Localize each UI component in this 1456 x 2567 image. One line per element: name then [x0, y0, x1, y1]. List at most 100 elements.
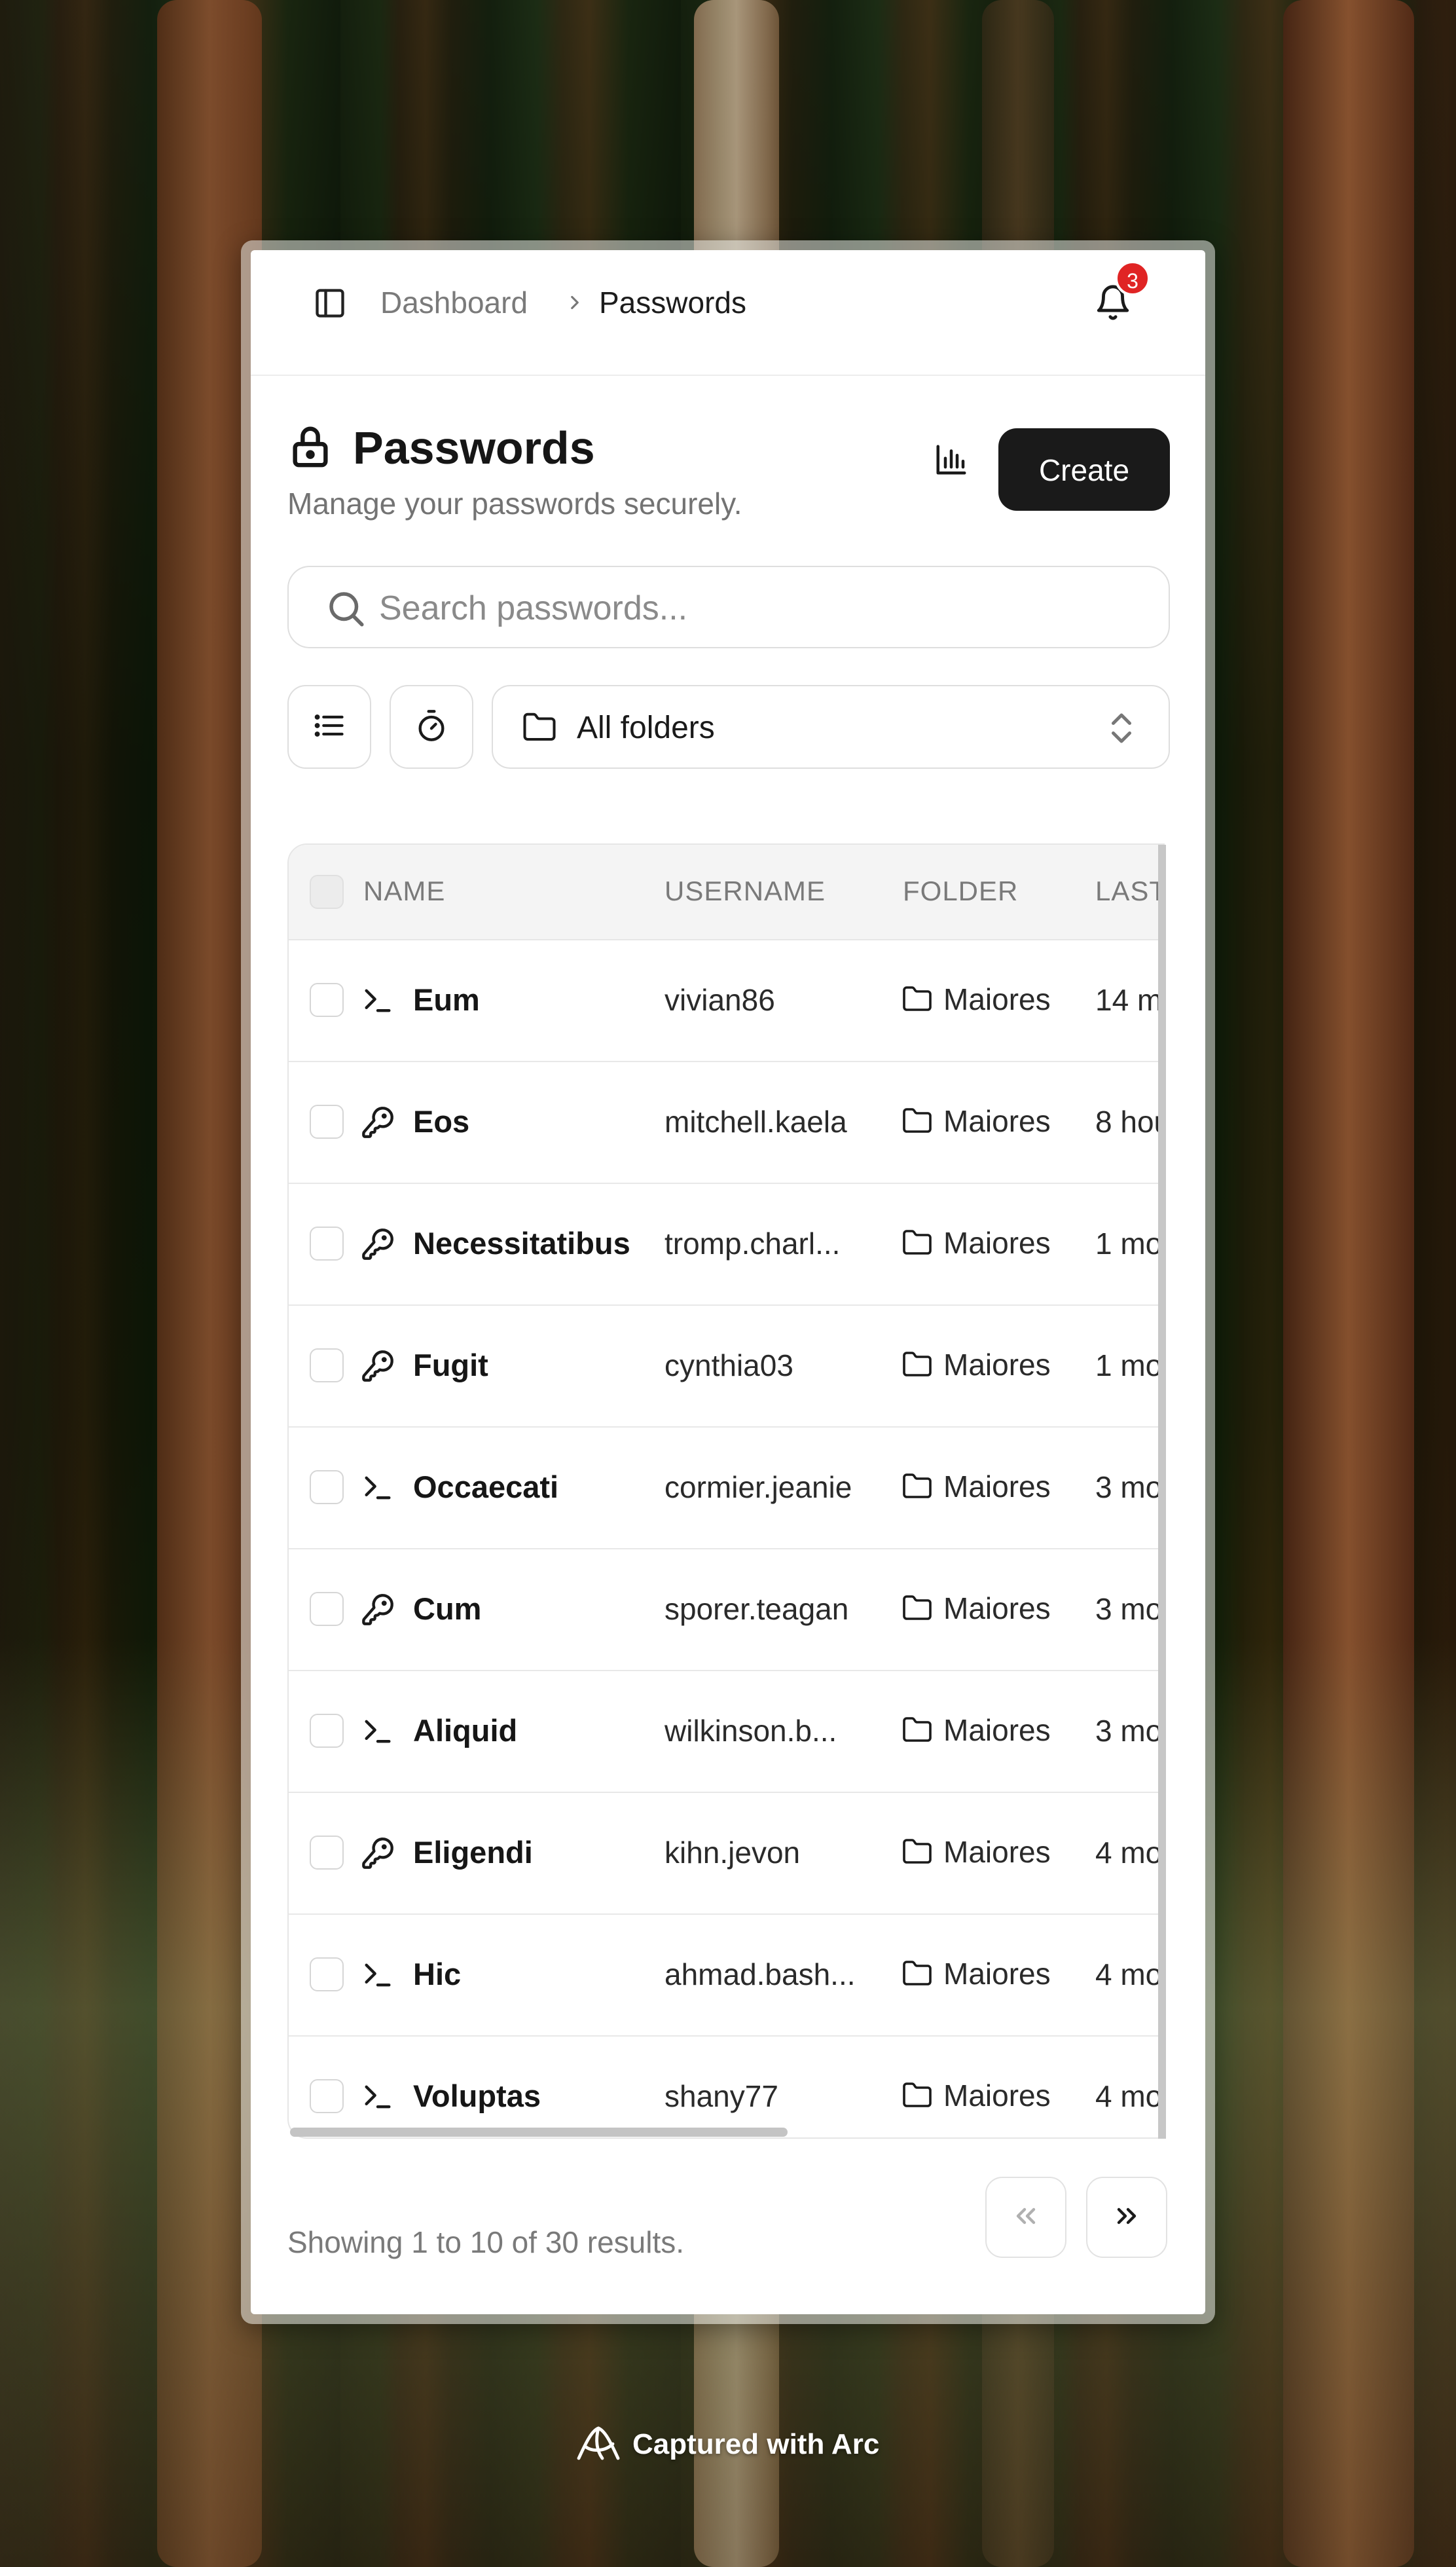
row-name[interactable]: Fugit	[413, 1304, 488, 1426]
row-username: wilkinson.b...	[664, 1714, 837, 1748]
row-name[interactable]: Eos	[413, 1061, 469, 1183]
row-username: sporer.teagan	[664, 1592, 849, 1626]
key-icon	[361, 1836, 395, 1870]
app-window: Dashboard Passwords 3 Passwords Manage y…	[251, 250, 1205, 2314]
top-bar: Dashboard Passwords 3	[251, 250, 1205, 376]
row-username: ahmad.bash...	[664, 1957, 856, 1991]
table-row[interactable]: Necessitatibus tromp.charl... Maiores 1 mo	[289, 1183, 1163, 1306]
row-name[interactable]: Hic	[413, 1913, 461, 2035]
row-checkbox[interactable]	[310, 1105, 344, 1139]
row-checkbox[interactable]	[310, 1957, 344, 1991]
row-folder: Maiores	[943, 1591, 1051, 1625]
row-checkbox[interactable]	[310, 1470, 344, 1504]
row-folder: Maiores	[943, 1104, 1051, 1138]
timer-filter-button[interactable]	[390, 685, 473, 769]
row-checkbox[interactable]	[310, 983, 344, 1017]
folder-icon	[900, 1594, 934, 1623]
row-username: vivian86	[664, 983, 775, 1017]
page-subtitle: Manage your passwords securely.	[287, 487, 742, 521]
sidebar-toggle-icon[interactable]	[311, 284, 349, 322]
row-username: tromp.charl...	[664, 1227, 841, 1261]
table-row[interactable]: Fugit cynthia03 Maiores 1 mo	[289, 1304, 1163, 1428]
column-header-folder[interactable]: FOLDER	[903, 845, 1018, 938]
row-name[interactable]: Cum	[413, 1548, 481, 1670]
table-row[interactable]: Occaecati cormier.jeanie Maiores 3 mo	[289, 1426, 1163, 1549]
next-page-button[interactable]	[1086, 2177, 1167, 2258]
row-username: cynthia03	[664, 1348, 793, 1382]
row-checkbox[interactable]	[310, 1348, 344, 1382]
column-header-name[interactable]: NAME	[363, 845, 445, 938]
folder-icon	[900, 1472, 934, 1501]
bar-chart-icon[interactable]	[920, 428, 983, 491]
row-checkbox[interactable]	[310, 1836, 344, 1870]
passwords-table: NAME USERNAME FOLDER LAST Eum vivian86 Mai…	[287, 843, 1165, 2139]
folder-icon	[900, 2081, 934, 2110]
row-folder: Maiores	[943, 1957, 1051, 1991]
pagination-summary: Showing 1 to 10 of 30 results.	[287, 2225, 685, 2259]
chevrons-right-icon	[1111, 2200, 1142, 2234]
folder-icon	[900, 985, 934, 1014]
previous-page-button[interactable]	[985, 2177, 1066, 2258]
row-username: mitchell.kaela	[664, 1105, 847, 1139]
row-name[interactable]: Necessitatibus	[413, 1183, 630, 1304]
breadcrumb-dashboard-link[interactable]: Dashboard	[380, 276, 528, 329]
table-row[interactable]: Eos mitchell.kaela Maiores 8 hou	[289, 1061, 1165, 1184]
horizontal-scrollbar[interactable]	[290, 2128, 788, 2137]
timer-icon	[414, 709, 448, 745]
row-last-used: 4 mo	[1095, 1957, 1163, 1991]
folder-icon	[900, 1228, 934, 1257]
row-username: cormier.jeanie	[664, 1470, 852, 1504]
table-row[interactable]: Eligendi kihn.jevon Maiores 4 mo	[289, 1792, 1163, 1915]
create-button[interactable]: Create	[998, 428, 1170, 511]
column-header-last[interactable]: LAST	[1095, 845, 1163, 938]
row-username: shany77	[664, 2079, 778, 2113]
row-name[interactable]: Occaecati	[413, 1426, 558, 1548]
list-icon	[312, 709, 346, 745]
folder-select-value: All folders	[577, 711, 715, 745]
terminal-icon	[361, 984, 395, 1018]
terminal-icon	[361, 2080, 395, 2114]
folder-icon	[900, 1350, 934, 1379]
row-folder: Maiores	[943, 2078, 1051, 2113]
select-all-checkbox[interactable]	[310, 875, 344, 909]
chevrons-left-icon	[1010, 2200, 1042, 2234]
table-row[interactable]: Voluptas shany77 Maiores 4 mo	[289, 2035, 1163, 2137]
row-folder: Maiores	[943, 1226, 1051, 1260]
row-last-used: 4 mo	[1095, 1836, 1163, 1870]
terminal-icon	[361, 1471, 395, 1505]
folder-select[interactable]: All folders	[492, 685, 1170, 769]
row-last-used: 4 mo	[1095, 2079, 1163, 2113]
row-checkbox[interactable]	[310, 1714, 344, 1748]
arc-capture-label: Captured with Arc	[573, 2422, 879, 2467]
row-checkbox[interactable]	[310, 1592, 344, 1626]
row-name[interactable]: Aliquid	[413, 1670, 517, 1792]
row-folder: Maiores	[943, 1469, 1051, 1504]
table-row[interactable]: Eum vivian86 Maiores 14 m	[289, 939, 1163, 1062]
vertical-scrollbar[interactable]	[1158, 845, 1166, 2139]
key-icon	[361, 1105, 395, 1139]
row-name[interactable]: Eligendi	[413, 1792, 533, 1913]
row-name[interactable]: Voluptas	[413, 2035, 541, 2137]
page-title: Passwords	[353, 422, 595, 473]
row-checkbox[interactable]	[310, 1227, 344, 1261]
row-folder: Maiores	[943, 982, 1051, 1016]
folder-icon	[900, 1959, 934, 1988]
row-checkbox[interactable]	[310, 2079, 344, 2113]
search-input[interactable]	[378, 579, 1133, 638]
search-box	[287, 566, 1170, 648]
row-last-used: 8 hou	[1095, 1105, 1165, 1139]
list-view-button[interactable]	[287, 685, 371, 769]
row-last-used: 1 mo	[1095, 1348, 1163, 1382]
lock-icon	[287, 422, 333, 470]
folder-icon	[900, 1107, 934, 1136]
row-username: kihn.jevon	[664, 1836, 801, 1870]
terminal-icon	[361, 1714, 395, 1748]
table-row[interactable]: Cum sporer.teagan Maiores 3 mo	[289, 1548, 1163, 1671]
table-row[interactable]: Hic ahmad.bash... Maiores 4 mo	[289, 1913, 1163, 2037]
row-folder: Maiores	[943, 1713, 1051, 1747]
column-header-username[interactable]: USERNAME	[664, 845, 826, 938]
table-row[interactable]: Aliquid wilkinson.b... Maiores 3 mo	[289, 1670, 1163, 1793]
row-name[interactable]: Eum	[413, 939, 480, 1061]
key-icon	[361, 1349, 395, 1383]
row-last-used: 3 mo	[1095, 1714, 1163, 1748]
